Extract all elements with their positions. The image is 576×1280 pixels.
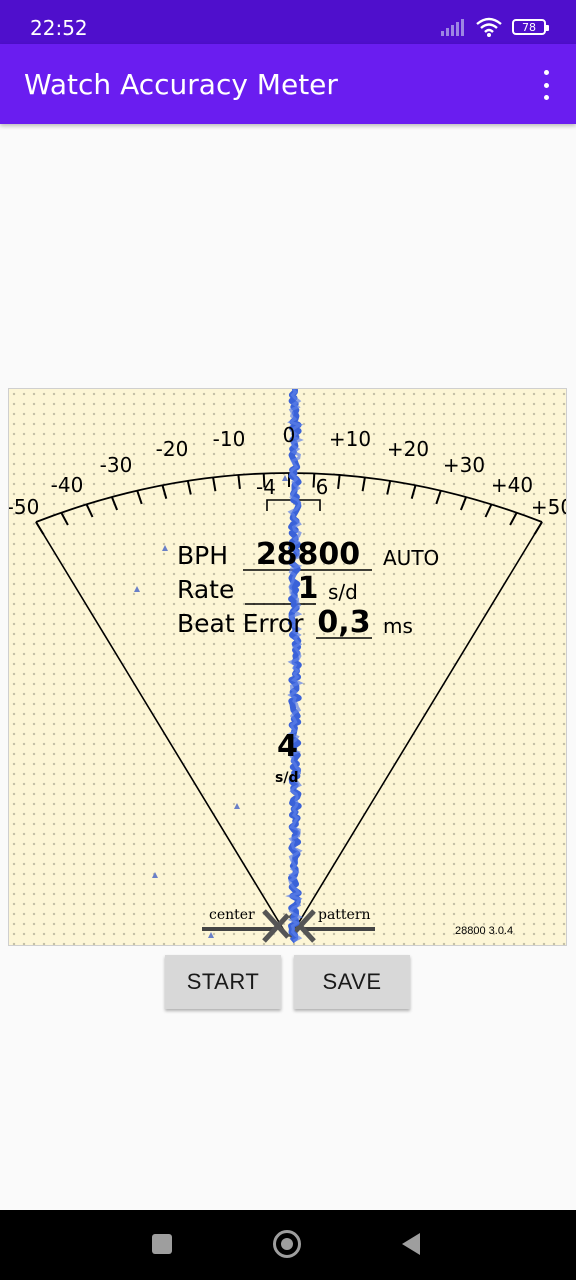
scale-label-p40: +40 xyxy=(490,473,534,497)
scale-label-m40: -40 xyxy=(50,473,84,497)
status-icons: 78 xyxy=(440,14,549,40)
scale-tick xyxy=(435,490,442,505)
scale-tick xyxy=(110,496,119,511)
scale-tick xyxy=(386,480,392,495)
start-button[interactable]: START xyxy=(165,955,281,1009)
scale-tick xyxy=(459,496,468,511)
scale-label-p10: +10 xyxy=(328,427,372,451)
rate-label: Rate xyxy=(177,575,235,604)
version-text: 28800 3.0.4 xyxy=(455,925,514,937)
scale-tick xyxy=(361,477,366,492)
bph-value: 28800 xyxy=(255,537,361,572)
back-icon[interactable] xyxy=(400,1232,422,1256)
status-bar: 22:52 78 xyxy=(0,0,576,44)
bph-label: BPH xyxy=(177,541,229,570)
scale-label-p50: +50 xyxy=(530,495,566,519)
scale-tick xyxy=(312,473,316,488)
scale-tick xyxy=(237,474,241,490)
signal-icon xyxy=(441,19,464,36)
rate-unit: s/d xyxy=(328,580,358,604)
beat-error-value: 0,3 xyxy=(317,605,371,640)
battery-icon: 78 xyxy=(512,19,549,35)
center-chevron xyxy=(262,909,290,943)
beat-error-label: Beat Error xyxy=(177,609,304,638)
more-vert-icon[interactable] xyxy=(536,70,556,100)
needle-unit: s/d xyxy=(275,770,299,786)
scale-tick xyxy=(509,512,518,526)
reading-left: -4 xyxy=(256,475,276,499)
navigation-bar xyxy=(0,1210,576,1280)
recents-icon[interactable] xyxy=(152,1234,172,1254)
scale-tick xyxy=(212,477,217,492)
battery-level: 78 xyxy=(522,20,536,34)
center-label: center xyxy=(209,907,255,923)
scale-tick xyxy=(410,485,417,499)
scale-tick xyxy=(136,490,143,505)
save-button[interactable]: SAVE xyxy=(294,955,410,1009)
scale-label-p30: +30 xyxy=(442,453,486,477)
scale-label-m50: -50 xyxy=(8,495,40,519)
scale-tick xyxy=(85,503,94,518)
scale-tick xyxy=(161,485,168,499)
status-time: 22:52 xyxy=(30,16,88,40)
app-title: Watch Accuracy Meter xyxy=(24,68,338,101)
scale-label-m30: -30 xyxy=(99,453,133,477)
needle-value: 4 xyxy=(277,729,298,764)
beat-error-unit: ms xyxy=(383,614,413,638)
home-icon[interactable] xyxy=(273,1230,301,1258)
scale-label-m20: -20 xyxy=(155,437,189,461)
scale-tick xyxy=(484,503,493,518)
bph-mode: AUTO xyxy=(383,546,440,570)
app-bar: Watch Accuracy Meter xyxy=(0,44,576,124)
scale-label-p20: +20 xyxy=(386,437,430,461)
scale-tick xyxy=(60,512,69,526)
reading-right: 6 xyxy=(315,475,329,499)
accuracy-meter: -50 -40 -30 -20 -10 0 +10 +20 +30 +40 +5… xyxy=(8,388,567,946)
pattern-label: pattern xyxy=(318,907,371,923)
scale-label-m10: -10 xyxy=(212,427,246,451)
scale-tick xyxy=(186,480,192,495)
wifi-icon xyxy=(476,17,502,37)
scale-label-zero: 0 xyxy=(282,423,296,447)
scale-tick xyxy=(337,474,341,490)
